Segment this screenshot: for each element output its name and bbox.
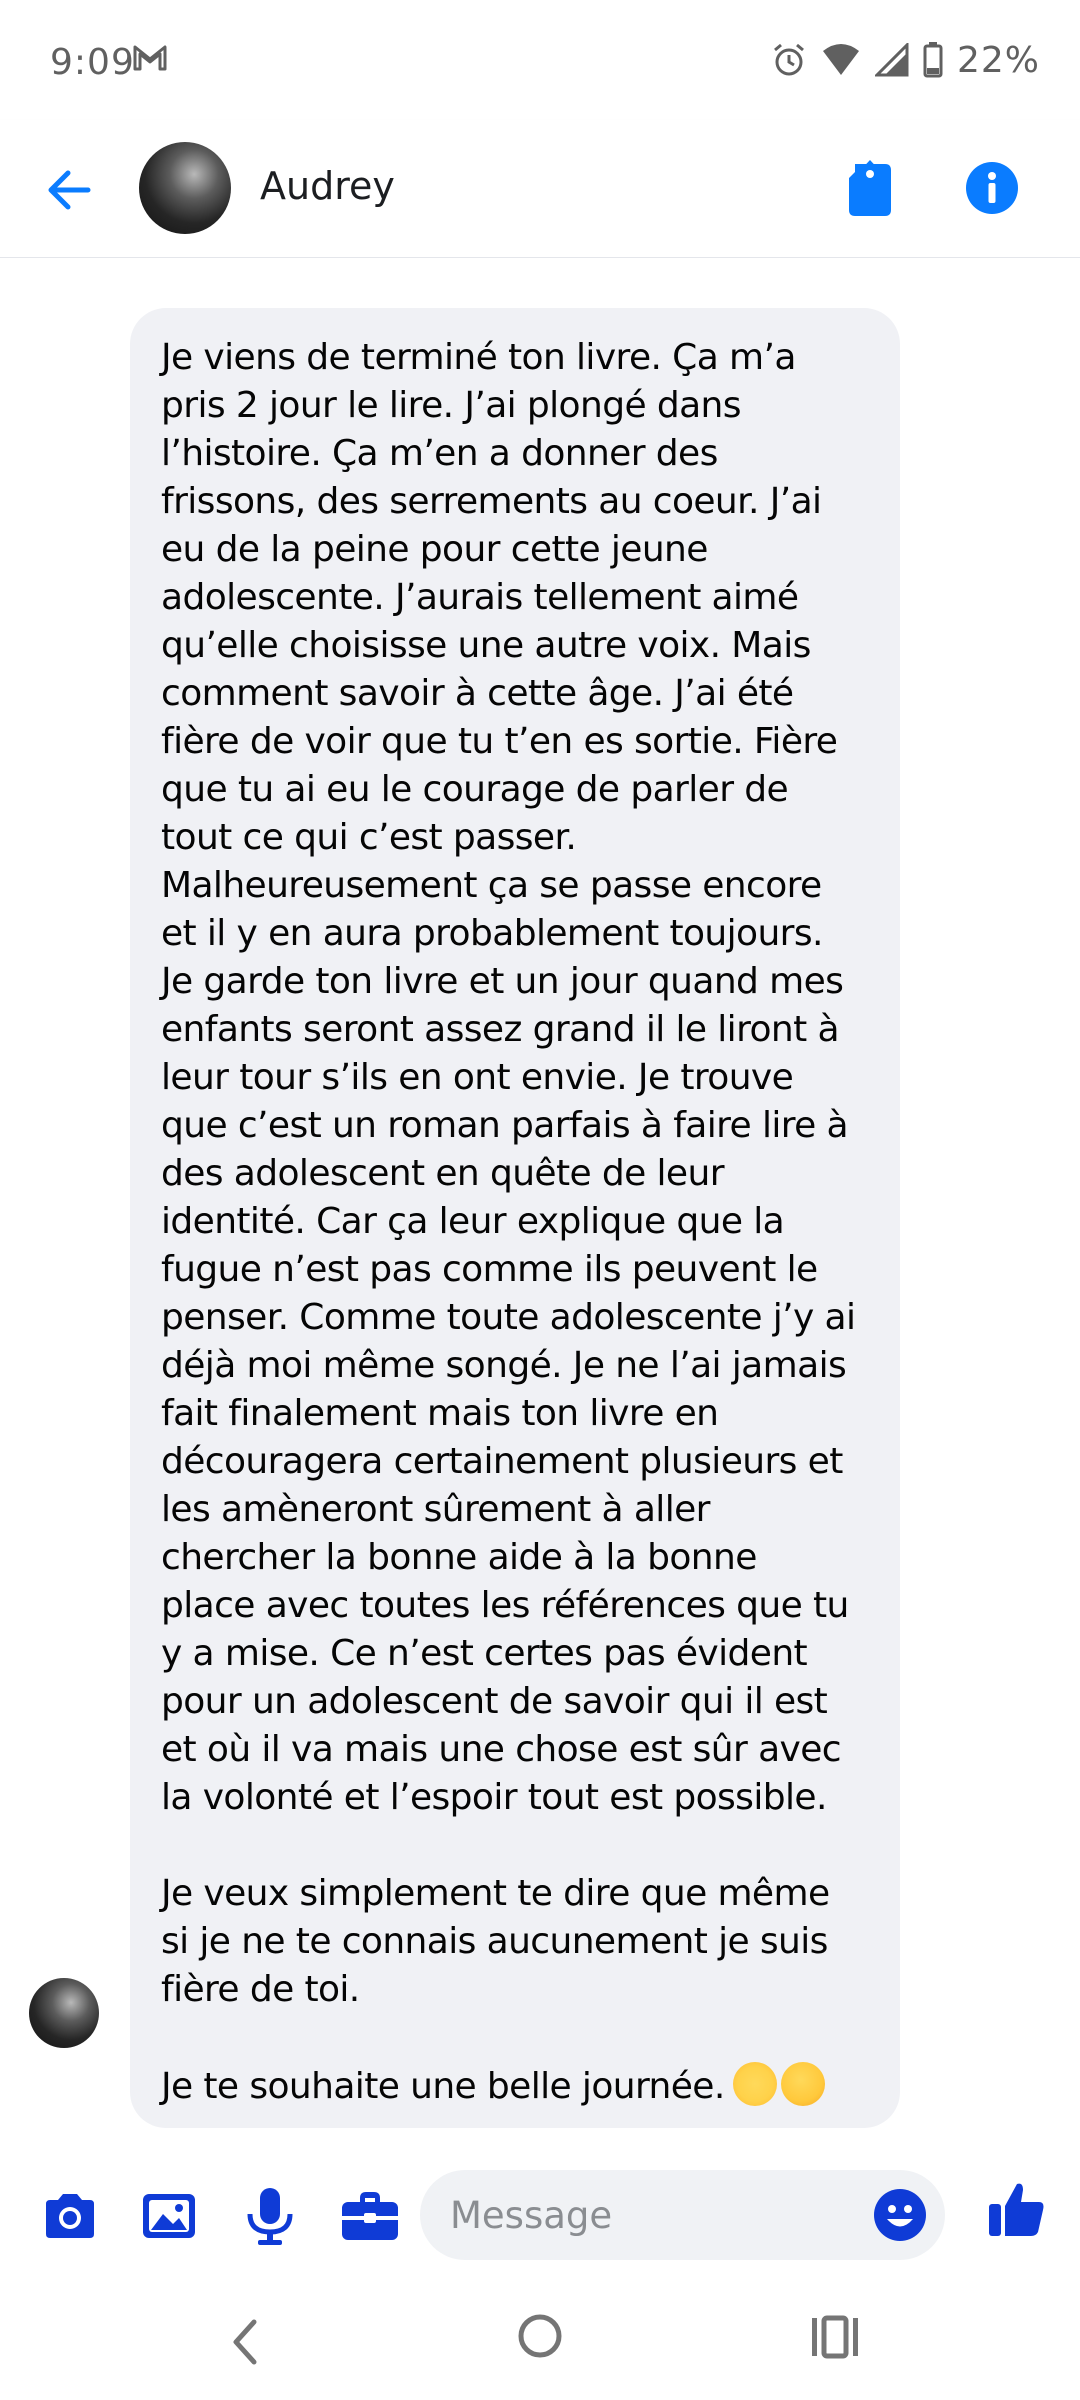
message-line: leur tour s’ils en ont envie. Je trouve bbox=[161, 1057, 794, 1098]
nav-recent-apps-icon[interactable] bbox=[808, 2312, 862, 2362]
message-line: adolescente. J’aurais tellement aimé bbox=[161, 577, 799, 618]
nav-back-icon[interactable] bbox=[220, 2314, 270, 2370]
message-line: eu de la peine pour cette jeune bbox=[161, 529, 708, 570]
message-line: place avec toutes les références que tu bbox=[161, 1585, 849, 1626]
gmail-icon bbox=[133, 45, 167, 71]
status-time: 9:09 bbox=[50, 42, 135, 83]
message-line: pris 2 jour le lire. J’ai plongé dans bbox=[161, 385, 742, 426]
message-line: fait finalement mais ton livre en bbox=[161, 1393, 719, 1434]
message-line: tout ce qui c’est passer. bbox=[161, 817, 577, 858]
message-line: la volonté et l’espoir tout est possible… bbox=[161, 1777, 827, 1818]
message-line: que tu ai eu le courage de parler de bbox=[161, 769, 789, 810]
battery-percent: 22% bbox=[956, 39, 1040, 81]
message-line-text: Je te souhaite une belle journée. bbox=[161, 2066, 725, 2107]
message-line: penser. Comme toute adolescente j’y ai bbox=[161, 1297, 856, 1338]
message-line: fugue n’est pas comme ils peuvent le bbox=[161, 1249, 818, 1290]
gallery-icon[interactable] bbox=[137, 2184, 201, 2248]
chat-thread[interactable]: Je viens de terminé ton livre. Ça m’a pri… bbox=[0, 258, 1080, 2148]
message-line: et où il va mais une chose est sûr avec bbox=[161, 1729, 842, 1770]
tag-icon[interactable] bbox=[845, 160, 895, 216]
message-line: fière de toi. bbox=[161, 1969, 360, 2010]
emoji-icon[interactable] bbox=[873, 2188, 927, 2242]
contact-avatar[interactable] bbox=[139, 142, 231, 234]
message-line: les amèneront sûrement à aller bbox=[161, 1489, 710, 1530]
message-input[interactable]: Message bbox=[420, 2170, 945, 2260]
briefcase-icon[interactable] bbox=[338, 2184, 402, 2248]
message-line: Je te souhaite une belle journée. bbox=[161, 2062, 870, 2111]
message-line: fière de voir que tu t’en es sortie. Fiè… bbox=[161, 721, 838, 762]
message-line: enfants seront assez grand il le liront … bbox=[161, 1009, 840, 1050]
status-icons: 22% bbox=[771, 39, 1040, 81]
battery-icon bbox=[923, 42, 943, 78]
message-line: des adolescent en quête de leur bbox=[161, 1153, 725, 1194]
message-line: chercher la bonne aide à la bonne bbox=[161, 1537, 757, 1578]
message-line: déjà moi même songé. Je ne l’ai jamais bbox=[161, 1345, 847, 1386]
message-line: qu’elle choisisse une autre voix. Mais bbox=[161, 625, 811, 666]
message-line: comment savoir à cette âge. J’ai été bbox=[161, 673, 794, 714]
message-line: découragera certainement plusieurs et bbox=[161, 1441, 843, 1482]
message-line: Malheureusement ça se passe encore bbox=[161, 865, 822, 906]
message-line: frissons, des serrements au coeur. J’ai bbox=[161, 481, 822, 522]
alarm-icon bbox=[774, 43, 804, 76]
microphone-icon[interactable] bbox=[238, 2184, 302, 2248]
contact-name[interactable]: Audrey bbox=[260, 164, 395, 208]
message-line: pour un adolescent de savoir qui il est bbox=[161, 1681, 828, 1722]
back-arrow-icon[interactable] bbox=[40, 160, 100, 220]
message-line: Je garde ton livre et un jour quand mes bbox=[161, 961, 844, 1002]
message-composer: Message bbox=[0, 2148, 1080, 2284]
message-line: que c’est un roman parfais à faire lire … bbox=[161, 1105, 849, 1146]
sun-with-face-emoji bbox=[732, 2062, 777, 2106]
message-line: et il y en aura probablement toujours. bbox=[161, 913, 823, 954]
system-navigation-bar bbox=[0, 2284, 1080, 2400]
conversation-header: Audrey bbox=[0, 120, 1080, 259]
nav-home-icon[interactable] bbox=[516, 2312, 564, 2360]
message-bubble[interactable]: Je viens de terminé ton livre. Ça m’a pri… bbox=[130, 308, 900, 2128]
message-line: identité. Car ça leur explique que la bbox=[161, 1201, 785, 1242]
sender-avatar bbox=[29, 1978, 99, 2048]
status-bar: 9:09 22% bbox=[0, 0, 1080, 120]
info-icon[interactable] bbox=[965, 161, 1019, 215]
camera-icon[interactable] bbox=[38, 2184, 102, 2248]
signal-icon bbox=[874, 43, 909, 77]
message-line: y a mise. Ce n’est certes pas évident bbox=[161, 1633, 808, 1674]
wifi-icon bbox=[822, 44, 859, 75]
thumbs-up-icon[interactable] bbox=[985, 2178, 1049, 2242]
message-line: Je viens de terminé ton livre. Ça m’a bbox=[161, 337, 796, 378]
message-line: Je veux simplement te dire que même bbox=[161, 1873, 830, 1914]
message-line: l’histoire. Ça m’en a donner des bbox=[161, 433, 718, 474]
message-placeholder: Message bbox=[450, 2194, 613, 2237]
smiling-face-emoji bbox=[780, 2062, 825, 2106]
message-line: si je ne te connais aucunement je suis bbox=[161, 1921, 828, 1962]
